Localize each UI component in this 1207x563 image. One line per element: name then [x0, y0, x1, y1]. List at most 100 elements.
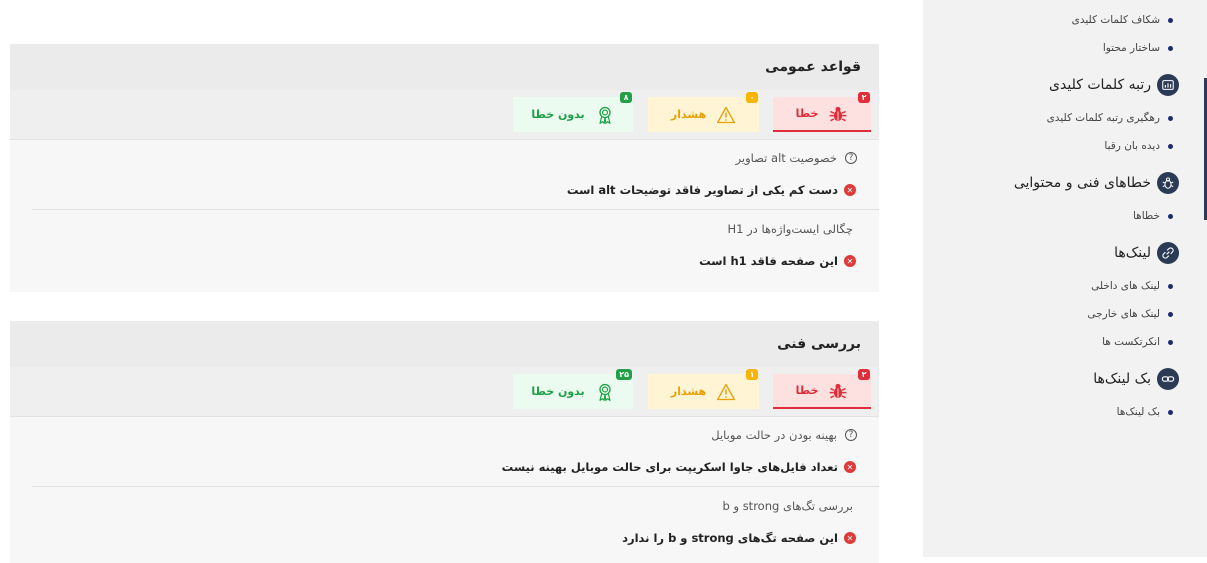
sidebar-item-label: بک لینک‌ها — [1116, 406, 1160, 418]
bullet-icon — [1168, 213, 1173, 219]
rule-title-text: بررسی تگ‌های strong و b — [722, 499, 854, 513]
warning-triangle-icon — [717, 106, 736, 123]
bullet-icon — [1168, 409, 1173, 415]
warning-count-badge: ۰ — [746, 92, 758, 103]
tab-no-error-label: بدون خطا — [531, 385, 585, 398]
ok-count-badge: ۲۵ — [616, 369, 632, 380]
rule-result-text: تعداد فایل‌های جاوا اسکریپت برای حالت مو… — [501, 460, 838, 474]
sidebar-item-label: شکاف کلمات کلیدی — [1071, 14, 1160, 26]
sidebar-group-keyword-rank[interactable]: رتبه کلمات کلیدی — [923, 66, 1179, 104]
error-count-badge: ۲ — [858, 92, 870, 103]
error-circle-icon: ✕ — [844, 255, 856, 267]
error-circle-icon: ✕ — [844, 184, 856, 196]
rule-result-text: این صفحه تگ‌های strong و b را ندارد — [622, 531, 838, 545]
rule-title: چگالی ایست‌واژه‌ها در H1 — [10, 212, 871, 246]
sidebar-item-anchor-texts[interactable]: انکرتکست ها — [923, 328, 1179, 356]
tab-no-error[interactable]: ۸ بدون خطا — [513, 92, 633, 132]
general-rules-card: قواعد عمومی ۲ خطا ۰ هشدار ۸ بدون خطا ? خ… — [10, 44, 879, 292]
rule-result: ✕ تعداد فایل‌های جاوا اسکریپت برای حالت … — [10, 452, 871, 482]
divider — [32, 486, 879, 487]
sidebar-item-label: خطاها — [1132, 210, 1160, 222]
card-title: قواعد عمومی — [10, 44, 879, 90]
sidebar-group-backlinks[interactable]: بک لینک‌ها — [923, 360, 1179, 398]
chain-icon — [1157, 368, 1179, 390]
tab-warning-label: هشدار — [670, 108, 707, 121]
sidebar-item-external-links[interactable]: لینک های خارجی — [923, 300, 1179, 328]
sidebar-group-links[interactable]: لینک‌ها — [923, 234, 1179, 272]
bug-icon — [830, 383, 847, 398]
page: قواعد عمومی ۲ خطا ۰ هشدار ۸ بدون خطا ? خ… — [0, 0, 1207, 563]
sidebar-item-competitor-watch[interactable]: دیده بان رقبا — [923, 132, 1179, 160]
rule-title: ? خصوصیت alt تصاویر — [10, 141, 871, 175]
sidebar-group-title: خطاهای فنی و محتوایی — [1013, 175, 1151, 191]
sidebar-item-label: انکرتکست ها — [1102, 336, 1160, 348]
sidebar-group-title: لینک‌ها — [1114, 245, 1151, 261]
rule-item: ? خصوصیت alt تصاویر ✕ دست کم یکی از تصاو… — [10, 141, 879, 205]
sidebar-item-label: رهگیری رتبه کلمات کلیدی — [1046, 112, 1160, 124]
sidebar-item-label: دیده بان رقبا — [1104, 140, 1160, 152]
bullet-icon — [1168, 115, 1173, 121]
help-icon[interactable]: ? — [845, 152, 857, 164]
sidebar-item-content-structure[interactable]: ساختار محتوا — [923, 34, 1179, 62]
bullet-icon — [1168, 283, 1173, 289]
ok-count-badge: ۸ — [620, 92, 632, 103]
help-icon[interactable]: ? — [845, 429, 857, 441]
rule-result-text: دست کم یکی از تصاویر فاقد توضیحات alt اس… — [566, 183, 838, 197]
sidebar-item-errors[interactable]: خطاها — [923, 202, 1179, 230]
sidebar: شکاف کلمات کلیدی ساختار محتوا رتبه کلمات… — [923, 0, 1207, 557]
link-icon — [1157, 242, 1179, 264]
rule-title-text: بهینه بودن در حالت موبایل — [711, 428, 837, 442]
sidebar-group-technical-errors[interactable]: خطاهای فنی و محتوایی — [923, 164, 1179, 202]
tab-error[interactable]: ۲ خطا — [773, 92, 871, 132]
error-count-badge: ۲ — [858, 369, 870, 380]
sidebar-item-backlinks[interactable]: بک لینک‌ها — [923, 398, 1179, 426]
bullet-icon — [1168, 45, 1173, 51]
rule-item: بررسی تگ‌های strong و b ✕ این صفحه تگ‌ها… — [10, 489, 879, 553]
tab-warning-label: هشدار — [670, 385, 707, 398]
tab-error-label: خطا — [795, 384, 819, 397]
tab-warning[interactable]: ۰ هشدار — [648, 92, 759, 132]
rule-item: ? بهینه بودن در حالت موبایل ✕ تعداد فایل… — [10, 418, 879, 482]
rule-item: چگالی ایست‌واژه‌ها در H1 ✕ این صفحه فاقد… — [10, 212, 879, 276]
sidebar-item-label: لینک های خارجی — [1087, 308, 1160, 320]
result-tabs: ۲ خطا ۱ هشدار ۲۵ بدون خطا — [10, 367, 879, 417]
rule-title: بررسی تگ‌های strong و b — [10, 489, 871, 523]
result-tabs: ۲ خطا ۰ هشدار ۸ بدون خطا — [10, 90, 879, 140]
bullet-icon — [1168, 17, 1173, 23]
sidebar-item-label: لینک های داخلی — [1091, 280, 1160, 292]
warning-count-badge: ۱ — [746, 369, 758, 380]
bullet-icon — [1168, 311, 1173, 317]
card-title: بررسی فنی — [10, 321, 879, 367]
error-circle-icon: ✕ — [844, 532, 856, 544]
card-bottom-padding — [10, 553, 879, 563]
award-icon — [599, 383, 611, 401]
bullet-icon — [1168, 143, 1173, 149]
sidebar-item-keyword-gap[interactable]: شکاف کلمات کلیدی — [923, 6, 1179, 34]
error-circle-icon: ✕ — [844, 461, 856, 473]
tab-no-error-label: بدون خطا — [531, 108, 585, 121]
warning-triangle-icon — [717, 383, 736, 400]
rule-result-text: این صفحه فاقد h1 است — [699, 254, 838, 268]
tab-no-error[interactable]: ۲۵ بدون خطا — [513, 369, 633, 409]
card-bottom-padding — [10, 276, 879, 292]
rule-title-text: خصوصیت alt تصاویر — [735, 151, 837, 165]
rule-result: ✕ دست کم یکی از تصاویر فاقد توضیحات alt … — [10, 175, 871, 205]
rule-title: ? بهینه بودن در حالت موبایل — [10, 418, 871, 452]
sidebar-group-title: رتبه کلمات کلیدی — [1049, 77, 1151, 93]
bullet-icon — [1168, 339, 1173, 345]
sidebar-group-title: بک لینک‌ها — [1093, 371, 1151, 387]
bug-icon — [830, 106, 847, 121]
technical-check-card: بررسی فنی ۲ خطا ۱ هشدار ۲۵ بدون خطا ? به… — [10, 321, 879, 563]
rule-result: ✕ این صفحه فاقد h1 است — [10, 246, 871, 276]
tab-error[interactable]: ۲ خطا — [773, 369, 871, 409]
rule-result: ✕ این صفحه تگ‌های strong و b را ندارد — [10, 523, 871, 553]
sidebar-item-rank-tracking[interactable]: رهگیری رتبه کلمات کلیدی — [923, 104, 1179, 132]
divider — [32, 209, 879, 210]
sidebar-item-internal-links[interactable]: لینک های داخلی — [923, 272, 1179, 300]
bug-icon — [1157, 172, 1179, 194]
award-icon — [599, 106, 611, 124]
chart-icon — [1157, 74, 1179, 96]
tab-warning[interactable]: ۱ هشدار — [648, 369, 759, 409]
sidebar-item-label: ساختار محتوا — [1102, 42, 1160, 54]
tab-error-label: خطا — [795, 107, 819, 120]
